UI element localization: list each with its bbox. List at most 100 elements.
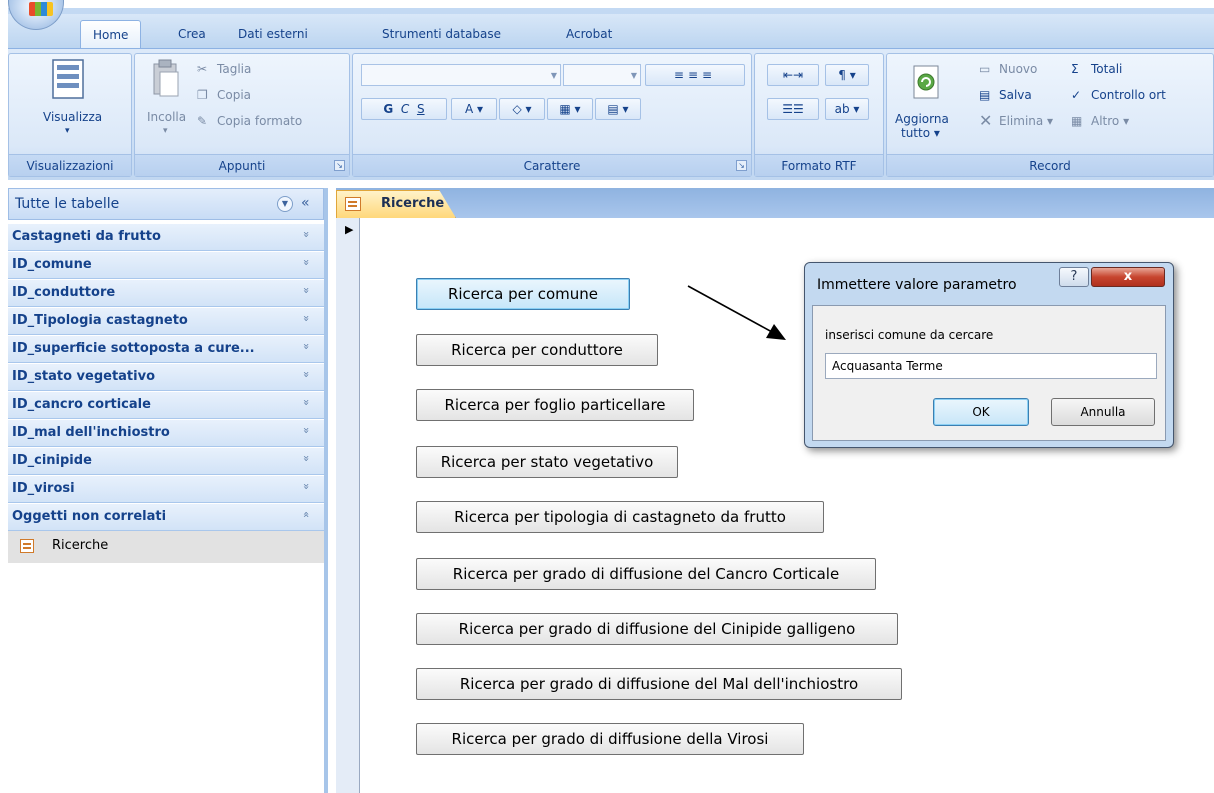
font-size-combo[interactable]: ▼: [563, 64, 641, 86]
appunti-launcher-icon[interactable]: ↘: [334, 160, 345, 171]
parameter-value-input[interactable]: [825, 353, 1157, 379]
ricerca-per-foglio-particellare-button[interactable]: Ricerca per foglio particellare: [416, 389, 694, 421]
nav-group-id-tipologia[interactable]: ID_Tipologia castagneto »: [8, 308, 324, 335]
ricerca-per-stato-vegetativo-button[interactable]: Ricerca per stato vegetativo: [416, 446, 678, 478]
group-label-record: Record: [887, 154, 1213, 176]
highlight-icon[interactable]: ab ▾: [825, 98, 869, 120]
alt-fill-icon[interactable]: ▤ ▾: [595, 98, 641, 120]
nuovo-button[interactable]: Nuovo: [999, 62, 1037, 76]
italic-button[interactable]: C: [401, 102, 409, 116]
nav-group-id-conduttore[interactable]: ID_conduttore »: [8, 280, 324, 307]
nav-group-id-virosi[interactable]: ID_virosi »: [8, 476, 324, 503]
list-icon[interactable]: ☰☰: [767, 98, 819, 120]
save-icon: ▤: [979, 88, 991, 102]
controllo-ortografia-button[interactable]: Controllo ort: [1091, 88, 1166, 102]
nav-group-label: ID_stato vegetativo: [12, 369, 155, 384]
copia-formato-button[interactable]: Copia formato: [217, 114, 302, 128]
ricerca-cinipide-galligeno-button[interactable]: Ricerca per grado di diffusione del Cini…: [416, 613, 898, 645]
refresh-icon: [913, 65, 939, 99]
visualizza-button[interactable]: Visualizza: [43, 110, 102, 124]
dialog-prompt: inserisci comune da cercare: [825, 328, 994, 342]
cut-icon: ✂: [197, 62, 208, 76]
gridlines-icon[interactable]: ▦ ▾: [547, 98, 593, 120]
group-label-carattere: Carattere: [353, 154, 751, 176]
nav-group-castagneti[interactable]: Castagneti da frutto »: [8, 224, 324, 251]
nav-group-label: ID_virosi: [12, 481, 75, 496]
ok-button[interactable]: OK: [933, 398, 1029, 426]
tab-dati-esterni[interactable]: Dati esterni: [226, 20, 320, 48]
tab-strumenti-database[interactable]: Strumenti database: [370, 20, 513, 48]
dialog-client-area: inserisci comune da cercare OK Annulla: [812, 305, 1166, 441]
nav-header[interactable]: Tutte le tabelle ▼ «: [8, 188, 324, 220]
nav-group-label: ID_Tipologia castagneto: [12, 313, 188, 328]
bold-button[interactable]: G: [383, 102, 393, 116]
nav-collapse-icon[interactable]: «: [301, 195, 310, 211]
nav-group-label: ID_cancro corticale: [12, 397, 151, 412]
elimina-label: Elimina: [999, 114, 1044, 128]
tab-crea[interactable]: Crea: [166, 20, 218, 48]
nav-item-label: Ricerche: [52, 538, 109, 553]
nav-group-label: ID_mal dell'inchiostro: [12, 425, 170, 440]
indent-icon[interactable]: ⇤⇥: [767, 64, 819, 86]
group-label-formato-rtf: Formato RTF: [755, 154, 883, 176]
altro-button[interactable]: Altro ▾: [1091, 114, 1129, 128]
format-painter-icon: ✎: [197, 114, 208, 128]
form-icon: [20, 539, 34, 553]
chevron-down-icon: »: [300, 231, 314, 238]
annulla-button[interactable]: Annulla: [1051, 398, 1155, 426]
document-tab-ricerche[interactable]: Ricerche: [336, 190, 456, 218]
ribbon-tabs-bar: Home Crea Dati esterni Strumenti databas…: [8, 14, 1214, 48]
office-logo-icon: [29, 2, 53, 16]
tab-acrobat[interactable]: Acrobat: [554, 20, 624, 48]
nav-menu-dropdown-icon[interactable]: ▼: [277, 196, 293, 212]
paragraph-icon[interactable]: ¶ ▾: [825, 64, 869, 86]
copy-icon: ❐: [197, 88, 208, 102]
annotation-arrow-icon: [687, 285, 786, 340]
font-color-button[interactable]: A ▾: [451, 98, 497, 120]
tab-home[interactable]: Home: [80, 20, 142, 48]
nav-group-id-stato-vegetativo[interactable]: ID_stato vegetativo »: [8, 364, 324, 391]
help-icon[interactable]: ?: [1059, 267, 1089, 287]
fill-color-icon[interactable]: ◇ ▾: [499, 98, 545, 120]
aggiorna-tutto-button[interactable]: Aggiorna: [895, 112, 949, 126]
copia-button[interactable]: Copia: [217, 88, 251, 102]
nav-group-id-mal-inchiostro[interactable]: ID_mal dell'inchiostro »: [8, 420, 324, 447]
altro-label: Altro: [1091, 114, 1120, 128]
paste-icon: [153, 59, 179, 97]
record-selector[interactable]: ▶: [336, 218, 360, 793]
parameter-dialog: Immettere valore parametro ? x inserisci…: [804, 262, 1174, 448]
more-grid-icon: ▦: [1071, 114, 1083, 128]
ricerca-mal-inchiostro-button[interactable]: Ricerca per grado di diffusione del Mal …: [416, 668, 902, 700]
elimina-button[interactable]: Elimina ▾: [999, 114, 1053, 128]
chevron-down-icon: »: [300, 259, 314, 266]
ricerca-per-comune-button[interactable]: Ricerca per comune: [416, 278, 630, 310]
close-icon[interactable]: x: [1091, 267, 1165, 287]
chevron-down-icon: ▼: [550, 71, 557, 80]
totali-button[interactable]: Totali: [1091, 62, 1122, 76]
carattere-launcher-icon[interactable]: ↘: [736, 160, 747, 171]
taglia-button[interactable]: Taglia: [217, 62, 251, 76]
ricerca-per-conduttore-button[interactable]: Ricerca per conduttore: [416, 334, 658, 366]
font-name-combo[interactable]: ▼: [361, 64, 561, 86]
nav-group-id-cinipide[interactable]: ID_cinipide »: [8, 448, 324, 475]
chevron-down-icon: ▼: [630, 71, 637, 80]
ricerca-cancro-corticale-button[interactable]: Ricerca per grado di diffusione del Canc…: [416, 558, 876, 590]
nav-group-id-superficie[interactable]: ID_superficie sottoposta a cure... »: [8, 336, 324, 363]
align-buttons[interactable]: ≡≡≡: [645, 64, 745, 86]
chevron-down-icon: »: [300, 371, 314, 378]
nav-item-ricerche[interactable]: Ricerche: [8, 531, 324, 563]
nav-group-label: ID_comune: [12, 257, 92, 272]
salva-button[interactable]: Salva: [999, 88, 1032, 102]
chevron-down-icon: »: [300, 427, 314, 434]
ricerca-per-tipologia-button[interactable]: Ricerca per tipologia di castagneto da f…: [416, 501, 824, 533]
ribbon: Visualizza ▾ Visualizzazioni Incolla ▾ ✂…: [8, 48, 1214, 180]
underline-button[interactable]: S: [417, 102, 425, 116]
nav-group-oggetti-non-correlati[interactable]: Oggetti non correlati «: [8, 504, 324, 531]
bold-italic-underline-buttons[interactable]: G C S: [361, 98, 447, 120]
nav-group-id-cancro[interactable]: ID_cancro corticale »: [8, 392, 324, 419]
incolla-button[interactable]: Incolla: [147, 110, 186, 124]
ricerca-virosi-button[interactable]: Ricerca per grado di diffusione della Vi…: [416, 723, 804, 755]
chevron-up-icon: «: [300, 511, 314, 518]
nav-group-label: ID_cinipide: [12, 453, 92, 468]
nav-group-id-comune[interactable]: ID_comune »: [8, 252, 324, 279]
